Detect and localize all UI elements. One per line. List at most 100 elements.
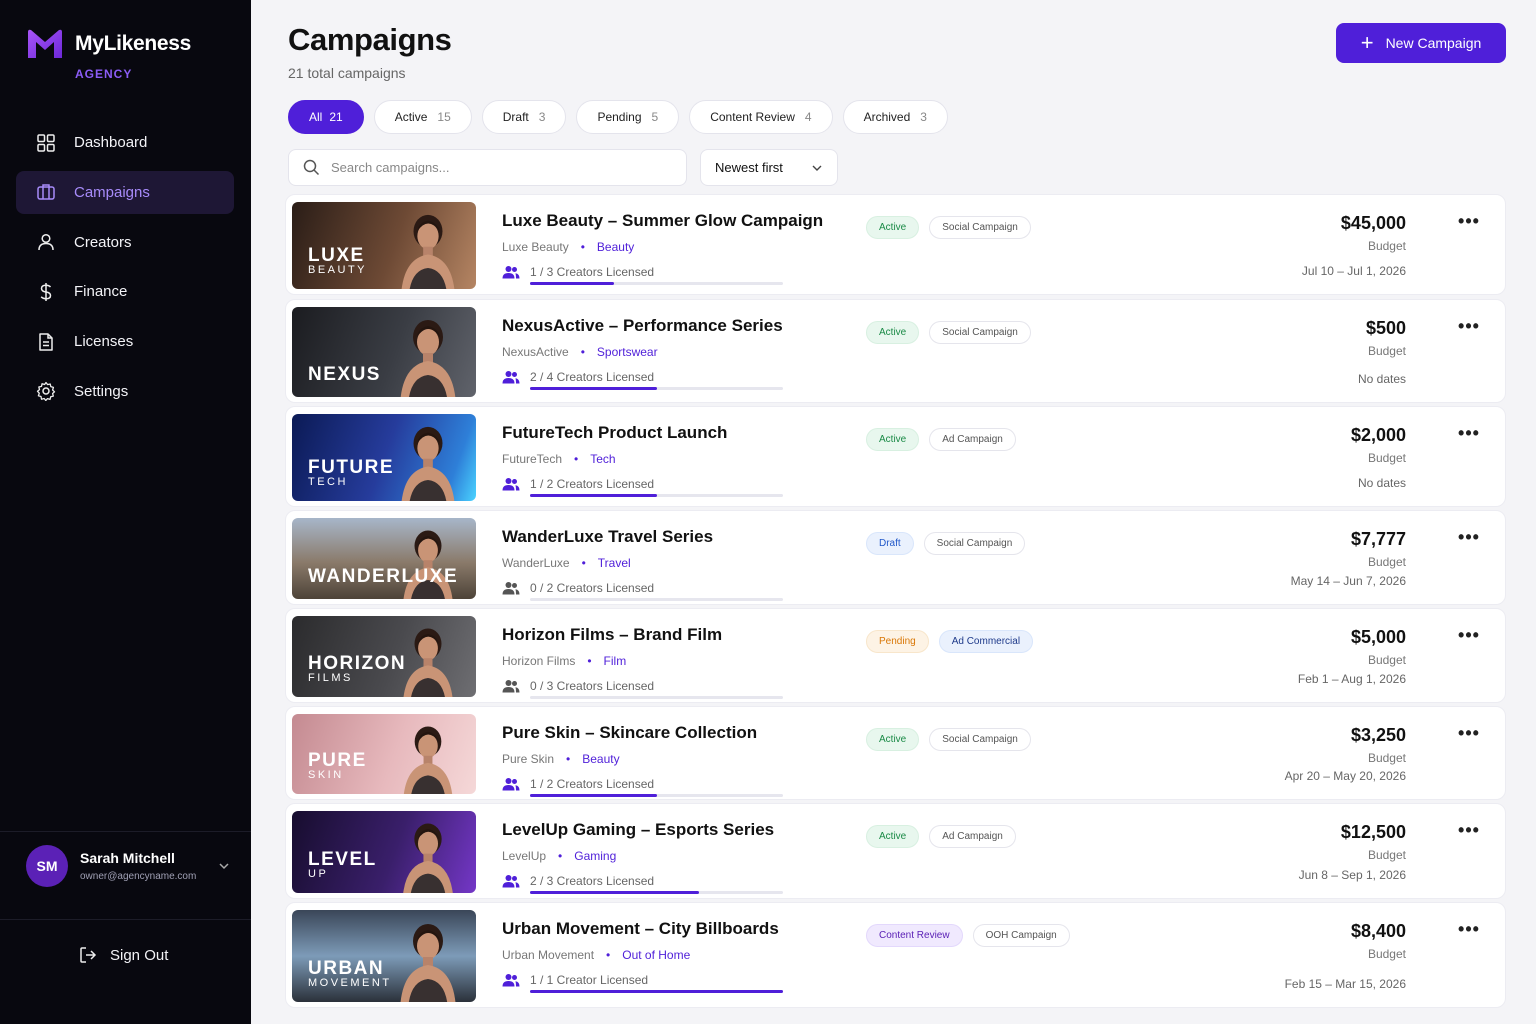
campaign-title[interactable]: LevelUp Gaming – Esports Series <box>502 820 774 840</box>
sidebar-item-creators[interactable]: Creators <box>16 221 234 264</box>
filter-chip-draft[interactable]: Draft 3 <box>481 100 567 134</box>
campaign-category[interactable]: Beauty <box>582 752 619 766</box>
sign-out-button[interactable]: Sign Out <box>78 945 168 965</box>
campaign-dates: May 14 – Jun 7, 2026 <box>1290 574 1406 588</box>
campaign-thumbnail[interactable]: HORIZON FILMS <box>292 616 476 697</box>
user-name: Sarah Mitchell <box>80 850 175 866</box>
filter-chip-content-review[interactable]: Content Review 4 <box>689 100 833 134</box>
sort-value: Newest first <box>715 160 783 175</box>
campaign-meta: Pure Skin • Beauty <box>502 752 620 766</box>
sidebar-item-licenses[interactable]: Licenses <box>16 320 234 363</box>
campaign-category[interactable]: Beauty <box>597 240 634 254</box>
budget-label: Budget <box>1367 344 1406 358</box>
more-options-button[interactable]: ••• <box>1457 528 1481 551</box>
campaign-category[interactable]: Sportswear <box>597 345 658 359</box>
campaign-row[interactable]: URBAN MOVEMENT Urban Movement – City Billb… <box>285 902 1506 1008</box>
more-options-button[interactable]: ••• <box>1457 920 1481 943</box>
filter-chip-all[interactable]: All 21 <box>288 100 364 134</box>
campaign-thumbnail[interactable]: LEVEL UP <box>292 811 476 893</box>
campaign-title[interactable]: NexusActive – Performance Series <box>502 316 783 336</box>
creators-licensed-label: 0 / 3 Creators Licensed <box>530 679 655 693</box>
campaign-budget: $5,000 Budget <box>1351 627 1406 667</box>
creator-portrait-icon <box>403 530 453 599</box>
campaign-category[interactable]: Travel <box>598 556 631 570</box>
sidebar-item-finance[interactable]: Finance <box>16 270 234 313</box>
campaign-budget: $8,400 Budget <box>1351 921 1406 961</box>
campaign-thumbnail-logo: HORIZON FILMS <box>308 652 407 685</box>
sort-select[interactable]: Newest first <box>700 149 838 186</box>
creators-licensed: 1 / 2 Creators Licensed <box>502 477 654 491</box>
search-input[interactable] <box>331 160 661 175</box>
license-progress-bar <box>530 598 783 601</box>
campaign-category[interactable]: Film <box>604 654 627 668</box>
campaign-category[interactable]: Out of Home <box>622 948 690 962</box>
campaign-thumbnail-logo: PURE SKIN <box>308 749 367 782</box>
user-menu[interactable]: SM Sarah Mitchell owner@agencyname.com <box>26 845 231 887</box>
gear-icon <box>36 381 56 402</box>
sign-out-label: Sign Out <box>110 946 169 964</box>
license-progress-bar <box>530 494 783 497</box>
campaign-thumbnail[interactable]: PURE SKIN <box>292 714 476 794</box>
more-options-button[interactable]: ••• <box>1457 424 1481 447</box>
more-options-button[interactable]: ••• <box>1457 626 1481 649</box>
main-content: Campaigns 21 total campaigns + New Campa… <box>251 0 1536 1024</box>
filter-chip-pending[interactable]: Pending 5 <box>576 100 680 134</box>
status-badge: Active <box>866 428 920 451</box>
avatar: SM <box>26 845 68 887</box>
users-icon <box>502 266 520 279</box>
grid-icon <box>36 133 56 153</box>
new-campaign-button[interactable]: + New Campaign <box>1336 23 1506 63</box>
campaign-badges: Draft Social Campaign <box>866 532 1035 555</box>
sidebar-item-campaigns[interactable]: Campaigns <box>16 170 234 214</box>
campaign-title[interactable]: Luxe Beauty – Summer Glow Campaign <box>502 211 823 231</box>
sidebar: MyLikeness AGENCY Dashboard Campaigns Crea… <box>0 0 251 1024</box>
budget-label: Budget <box>1367 451 1406 465</box>
campaign-thumbnail[interactable]: LUXE BEAUTY <box>292 202 476 289</box>
document-icon <box>36 332 56 352</box>
more-options-button[interactable]: ••• <box>1457 724 1481 747</box>
campaign-dates: Apr 20 – May 20, 2026 <box>1284 769 1406 783</box>
chevron-down-icon[interactable] <box>217 859 231 873</box>
sidebar-divider <box>0 831 251 832</box>
campaign-meta: LevelUp • Gaming <box>502 849 616 863</box>
campaign-row[interactable]: NEXUS NexusActive – Performance Series Nex… <box>285 299 1506 403</box>
campaign-row[interactable]: WANDERLUXE WanderLuxe Travel Series Wander… <box>285 510 1506 605</box>
campaign-thumbnail[interactable]: FUTURE TECH <box>292 414 476 501</box>
campaign-row[interactable]: HORIZON FILMS Horizon Films – Brand Film Ho… <box>285 608 1506 703</box>
filter-chip-archived[interactable]: Archived 3 <box>842 100 948 134</box>
sidebar-item-dashboard[interactable]: Dashboard <box>16 121 234 164</box>
more-options-button[interactable]: ••• <box>1457 212 1481 235</box>
more-options-button[interactable]: ••• <box>1457 317 1481 340</box>
campaign-thumbnail[interactable]: NEXUS <box>292 307 476 397</box>
creators-licensed-label: 1 / 3 Creators Licensed <box>530 265 655 279</box>
campaign-dates: Jun 8 – Sep 1, 2026 <box>1298 868 1406 882</box>
campaign-title[interactable]: Horizon Films – Brand Film <box>502 625 722 645</box>
separator-dot: • <box>581 556 586 570</box>
campaign-meta: NexusActive • Sportswear <box>502 345 658 359</box>
campaign-category[interactable]: Gaming <box>574 849 616 863</box>
license-progress-bar <box>530 794 783 797</box>
sidebar-item-settings[interactable]: Settings <box>16 370 234 413</box>
users-icon <box>502 680 520 693</box>
type-badge: Social Campaign <box>929 216 1031 239</box>
campaign-row[interactable]: FUTURE TECH FutureTech Product Launch Futur… <box>285 406 1506 507</box>
more-options-button[interactable]: ••• <box>1457 821 1481 844</box>
sidebar-item-label: Dashboard <box>74 134 148 151</box>
campaign-row[interactable]: PURE SKIN Pure Skin – Skincare Collection P… <box>285 706 1506 800</box>
campaign-thumbnail[interactable]: URBAN MOVEMENT <box>292 910 476 1002</box>
campaign-title[interactable]: WanderLuxe Travel Series <box>502 527 713 547</box>
campaign-title[interactable]: Urban Movement – City Billboards <box>502 919 779 939</box>
search-box[interactable] <box>288 149 687 186</box>
budget-label: Budget <box>1367 947 1406 961</box>
campaign-row[interactable]: LEVEL UP LevelUp Gaming – Esports Series Le… <box>285 803 1506 899</box>
brand[interactable]: MyLikeness AGENCY <box>26 28 191 81</box>
campaign-thumbnail[interactable]: WANDERLUXE <box>292 518 476 599</box>
campaign-row[interactable]: LUXE BEAUTY Luxe Beauty – Summer Glow Camp… <box>285 194 1506 295</box>
campaign-budget: $3,250 Budget <box>1351 725 1406 765</box>
campaign-category[interactable]: Tech <box>590 452 615 466</box>
campaign-title[interactable]: Pure Skin – Skincare Collection <box>502 723 757 743</box>
campaign-badges: Active Ad Campaign <box>866 428 1026 451</box>
creators-licensed-label: 2 / 4 Creators Licensed <box>530 370 655 384</box>
filter-chip-active[interactable]: Active 15 <box>373 100 472 134</box>
campaign-title[interactable]: FutureTech Product Launch <box>502 423 727 443</box>
